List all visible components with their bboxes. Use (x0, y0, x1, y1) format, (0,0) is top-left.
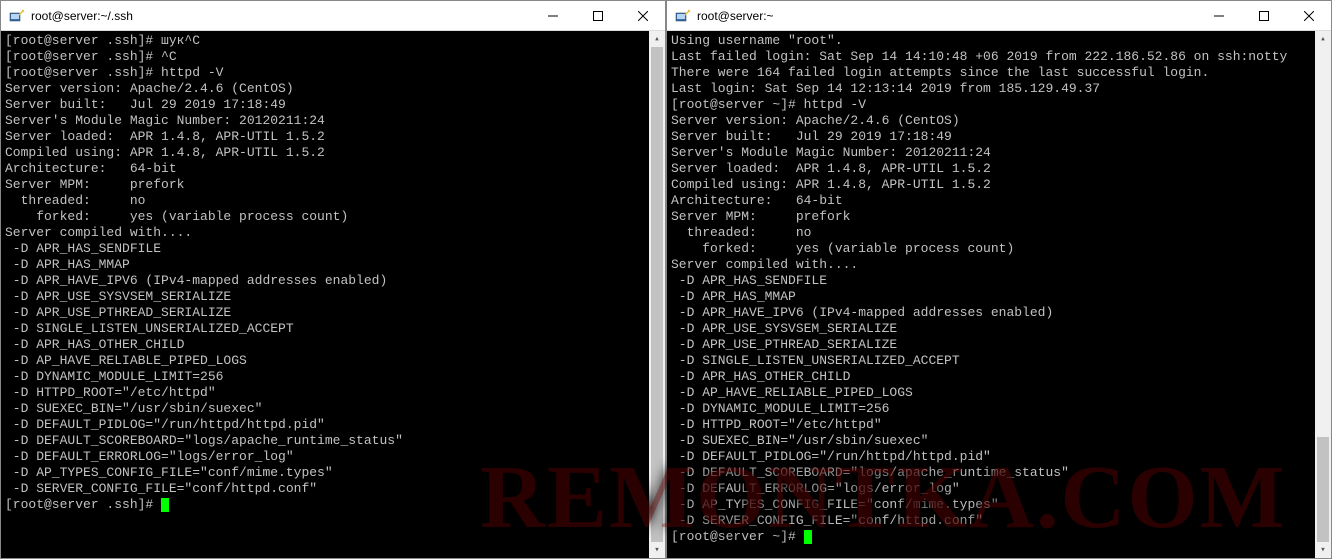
terminal-line: -D DYNAMIC_MODULE_LIMIT=256 (671, 401, 1327, 417)
terminal-line: Server version: Apache/2.4.6 (CentOS) (671, 113, 1327, 129)
minimize-button[interactable] (1196, 1, 1241, 30)
terminal-line: -D DEFAULT_SCOREBOARD="logs/apache_runti… (5, 433, 661, 449)
scroll-track[interactable] (649, 47, 665, 542)
terminal-line: -D SINGLE_LISTEN_UNSERIALIZED_ACCEPT (5, 321, 661, 337)
terminal-line: Server's Module Magic Number: 20120211:2… (671, 145, 1327, 161)
terminal-line: -D HTTPD_ROOT="/etc/httpd" (5, 385, 661, 401)
terminal-line: Last failed login: Sat Sep 14 14:10:48 +… (671, 49, 1327, 65)
terminal-line: -D APR_HAS_MMAP (671, 289, 1327, 305)
terminal-line: Architecture: 64-bit (671, 193, 1327, 209)
titlebar[interactable]: root@server:~ (667, 1, 1331, 31)
prompt-line[interactable]: [root@server .ssh]# (5, 497, 661, 513)
scrollbar[interactable]: ▴ ▾ (649, 31, 665, 558)
terminal-line: -D APR_HAS_OTHER_CHILD (5, 337, 661, 353)
terminal-line: -D SUEXEC_BIN="/usr/sbin/suexec" (671, 433, 1327, 449)
cursor (161, 498, 169, 512)
putty-icon (675, 8, 691, 24)
scrollbar[interactable]: ▴ ▾ (1315, 31, 1331, 558)
terminal-line: -D SINGLE_LISTEN_UNSERIALIZED_ACCEPT (671, 353, 1327, 369)
terminal-area[interactable]: [root@server .ssh]# шук^C[root@server .s… (1, 31, 665, 558)
terminal-line: -D DYNAMIC_MODULE_LIMIT=256 (5, 369, 661, 385)
terminal-line: -D APR_HAVE_IPV6 (IPv4-mapped addresses … (5, 273, 661, 289)
window-controls (530, 1, 665, 30)
close-button[interactable] (1286, 1, 1331, 30)
scroll-down-button[interactable]: ▾ (1315, 542, 1331, 558)
terminal-line: Server loaded: APR 1.4.8, APR-UTIL 1.5.2 (5, 129, 661, 145)
terminal-line: -D AP_HAVE_RELIABLE_PIPED_LOGS (5, 353, 661, 369)
terminal-line: -D APR_USE_SYSVSEM_SERIALIZE (671, 321, 1327, 337)
window-title: root@server:~/.ssh (31, 9, 530, 23)
terminal-line: Compiled using: APR 1.4.8, APR-UTIL 1.5.… (671, 177, 1327, 193)
terminal-line: threaded: no (671, 225, 1327, 241)
putty-window-right: root@server:~ Using username "root".Last… (666, 0, 1332, 559)
putty-window-left: root@server:~/.ssh [root@server .ssh]# ш… (0, 0, 666, 559)
prompt-line[interactable]: [root@server ~]# (671, 529, 1327, 545)
terminal-line: -D AP_HAVE_RELIABLE_PIPED_LOGS (671, 385, 1327, 401)
terminal-line: Server loaded: APR 1.4.8, APR-UTIL 1.5.2 (671, 161, 1327, 177)
terminal-line: Server MPM: prefork (5, 177, 661, 193)
scroll-down-button[interactable]: ▾ (649, 542, 665, 558)
terminal-line: -D APR_USE_PTHREAD_SERIALIZE (5, 305, 661, 321)
scroll-thumb[interactable] (651, 47, 663, 545)
minimize-button[interactable] (530, 1, 575, 30)
terminal-line: -D APR_USE_SYSVSEM_SERIALIZE (5, 289, 661, 305)
terminal-line: Compiled using: APR 1.4.8, APR-UTIL 1.5.… (5, 145, 661, 161)
scroll-track[interactable] (1315, 47, 1331, 542)
scroll-thumb[interactable] (1317, 437, 1329, 545)
terminal-line: -D AP_TYPES_CONFIG_FILE="conf/mime.types… (671, 497, 1327, 513)
terminal-line: forked: yes (variable process count) (5, 209, 661, 225)
titlebar[interactable]: root@server:~/.ssh (1, 1, 665, 31)
terminal-line: [root@server .ssh]# шук^C (5, 33, 661, 49)
terminal-line: Server MPM: prefork (671, 209, 1327, 225)
terminal-line: Server built: Jul 29 2019 17:18:49 (671, 129, 1327, 145)
window-title: root@server:~ (697, 9, 1196, 23)
terminal-line: -D DEFAULT_PIDLOG="/run/httpd/httpd.pid" (671, 449, 1327, 465)
terminal-line: There were 164 failed login attempts sin… (671, 65, 1327, 81)
terminal-line: -D SUEXEC_BIN="/usr/sbin/suexec" (5, 401, 661, 417)
terminal-line: Server's Module Magic Number: 20120211:2… (5, 113, 661, 129)
maximize-button[interactable] (1241, 1, 1286, 30)
terminal-line: -D DEFAULT_ERRORLOG="logs/error_log" (5, 449, 661, 465)
prompt-text: [root@server .ssh]# (5, 497, 161, 512)
window-controls (1196, 1, 1331, 30)
scroll-up-button[interactable]: ▴ (649, 31, 665, 47)
terminal-line: -D DEFAULT_PIDLOG="/run/httpd/httpd.pid" (5, 417, 661, 433)
terminal-line: -D SERVER_CONFIG_FILE="conf/httpd.conf" (671, 513, 1327, 529)
terminal-line: -D APR_HAS_MMAP (5, 257, 661, 273)
terminal-line: -D DEFAULT_ERRORLOG="logs/error_log" (671, 481, 1327, 497)
terminal-line: threaded: no (5, 193, 661, 209)
terminal-line: -D DEFAULT_SCOREBOARD="logs/apache_runti… (671, 465, 1327, 481)
terminal-line: forked: yes (variable process count) (671, 241, 1327, 257)
terminal-line: [root@server .ssh]# ^C (5, 49, 661, 65)
terminal-line: Using username "root". (671, 33, 1327, 49)
terminal-line: Server version: Apache/2.4.6 (CentOS) (5, 81, 661, 97)
terminal-line: Last login: Sat Sep 14 12:13:14 2019 fro… (671, 81, 1327, 97)
terminal-area[interactable]: Using username "root".Last failed login:… (667, 31, 1331, 558)
terminal-line: [root@server ~]# httpd -V (671, 97, 1327, 113)
prompt-text: [root@server ~]# (671, 529, 804, 544)
terminal-line: Server compiled with.... (671, 257, 1327, 273)
terminal-line: Server built: Jul 29 2019 17:18:49 (5, 97, 661, 113)
terminal-line: -D SERVER_CONFIG_FILE="conf/httpd.conf" (5, 481, 661, 497)
terminal-line: [root@server .ssh]# httpd -V (5, 65, 661, 81)
terminal-line: -D AP_TYPES_CONFIG_FILE="conf/mime.types… (5, 465, 661, 481)
terminal-line: -D APR_HAS_SENDFILE (671, 273, 1327, 289)
terminal-line: Architecture: 64-bit (5, 161, 661, 177)
terminal-line: -D HTTPD_ROOT="/etc/httpd" (671, 417, 1327, 433)
scroll-up-button[interactable]: ▴ (1315, 31, 1331, 47)
terminal-line: -D APR_HAS_OTHER_CHILD (671, 369, 1327, 385)
terminal-line: Server compiled with.... (5, 225, 661, 241)
cursor (804, 530, 812, 544)
terminal-line: -D APR_HAS_SENDFILE (5, 241, 661, 257)
close-button[interactable] (620, 1, 665, 30)
maximize-button[interactable] (575, 1, 620, 30)
terminal-line: -D APR_HAVE_IPV6 (IPv4-mapped addresses … (671, 305, 1327, 321)
putty-icon (9, 8, 25, 24)
terminal-line: -D APR_USE_PTHREAD_SERIALIZE (671, 337, 1327, 353)
